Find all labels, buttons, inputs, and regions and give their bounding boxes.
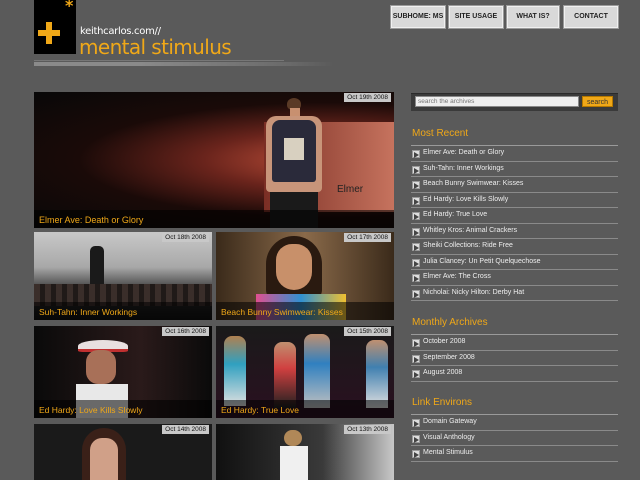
post-date: Oct 18th 2008: [162, 233, 209, 242]
plus-icon: [38, 22, 60, 44]
featured-post[interactable]: Elmer Oct 19th 2008 Elmer Ave: Death or …: [34, 92, 394, 228]
link-item[interactable]: Domain Gateway: [411, 415, 618, 431]
recent-post-item[interactable]: Elmer Ave: The Cross: [411, 270, 618, 286]
post-title-link[interactable]: Ed Hardy: Love Kills Slowly: [39, 405, 142, 415]
list-item-label[interactable]: Sheiki Collections: Ride Free: [423, 242, 513, 249]
backdrop-logo: Elmer: [337, 184, 364, 195]
arrow-right-icon: [412, 434, 420, 443]
post-title-link[interactable]: Elmer Ave: Death or Glory: [39, 215, 143, 225]
post-thumbnail[interactable]: Oct 14th 2008: [34, 424, 212, 480]
model-neck: [290, 108, 300, 116]
post-date: Oct 14th 2008: [162, 425, 209, 434]
nav-contact-button[interactable]: CONTACT: [563, 5, 619, 29]
nav-what-is-button[interactable]: WHAT IS?: [506, 5, 560, 29]
list-item-label[interactable]: Nicholai: Nicky Hilton: Derby Hat: [423, 289, 524, 296]
header-divider: [34, 60, 334, 66]
arrow-right-icon: [412, 289, 420, 298]
post-title-link[interactable]: Ed Hardy: True Love: [221, 405, 299, 415]
post-date: Oct 17th 2008: [344, 233, 391, 242]
arrow-right-icon: [412, 354, 420, 363]
recent-post-item[interactable]: Ed Hardy: True Love: [411, 208, 618, 224]
list-item-label[interactable]: Elmer Ave: Death or Glory: [423, 149, 504, 156]
list-item-label[interactable]: Elmer Ave: The Cross: [423, 273, 491, 280]
recent-post-item[interactable]: Whitley Kros: Animal Crackers: [411, 224, 618, 239]
model-face: [90, 438, 118, 480]
list-item-label[interactable]: Ed Hardy: Love Kills Slowly: [423, 196, 508, 203]
model-head: [284, 430, 302, 446]
arrow-right-icon: [412, 450, 420, 458]
list-item-label[interactable]: October 2008: [423, 338, 465, 345]
recent-post-item[interactable]: Sheiki Collections: Ride Free: [411, 239, 618, 255]
list-item-label[interactable]: Julia Clancey: Un Petit Quelquechose: [423, 258, 541, 265]
post-date: Oct 15th 2008: [344, 327, 391, 336]
archive-item[interactable]: August 2008: [411, 366, 618, 382]
recent-post-item[interactable]: Beach Bunny Swimwear: Kisses: [411, 177, 618, 193]
recent-post-item[interactable]: Julia Clancey: Un Petit Quelquechose: [411, 255, 618, 270]
post-thumbnail[interactable]: Oct 16th 2008 Ed Hardy: Love Kills Slowl…: [34, 326, 212, 418]
link-item[interactable]: Visual Anthology: [411, 431, 618, 446]
tattoo-detail: [284, 138, 304, 160]
most-recent-heading: Most Recent: [412, 128, 469, 139]
arrow-right-icon: [412, 243, 420, 251]
recent-posts-list: Elmer Ave: Death or Glory Suh-Tahn: Inner…: [411, 146, 618, 301]
post-thumbnail[interactable]: Oct 13th 2008: [216, 424, 394, 480]
archive-item[interactable]: October 2008: [411, 335, 618, 351]
monthly-archives-heading: Monthly Archives: [412, 317, 488, 328]
arrow-right-icon: [412, 181, 420, 189]
arrow-right-icon: [412, 196, 420, 205]
model-figure: [366, 340, 388, 408]
model-face: [86, 350, 116, 384]
model-figure: [274, 342, 296, 408]
list-item-label[interactable]: Whitley Kros: Animal Crackers: [423, 227, 517, 234]
post-thumbnail[interactable]: Oct 18th 2008 Suh-Tahn: Inner Workings: [34, 232, 212, 320]
search-input[interactable]: [415, 96, 579, 107]
post-title-link[interactable]: Suh-Tahn: Inner Workings: [39, 307, 137, 317]
post-title-link[interactable]: Beach Bunny Swimwear: Kisses: [221, 307, 343, 317]
nav-subhome-button[interactable]: SUBHOME: MS: [390, 5, 446, 29]
post-date: Oct 16th 2008: [162, 327, 209, 336]
recent-post-item[interactable]: Nicholai: Nicky Hilton: Derby Hat: [411, 286, 618, 301]
links-list: Domain Gateway Visual Anthology Mental Sti…: [411, 415, 618, 462]
arrow-right-icon: [412, 258, 420, 267]
arrow-right-icon: [412, 419, 420, 427]
model-top: [280, 446, 308, 480]
arrow-right-icon: [412, 150, 420, 158]
archive-item[interactable]: September 2008: [411, 351, 618, 366]
search-button[interactable]: search: [582, 96, 613, 107]
model-face: [276, 244, 312, 290]
site-logo[interactable]: *: [34, 0, 76, 54]
recent-post-item[interactable]: Ed Hardy: Love Kills Slowly: [411, 193, 618, 208]
arrow-right-icon: [412, 212, 420, 220]
recent-post-item[interactable]: Suh-Tahn: Inner Workings: [411, 162, 618, 177]
arrow-right-icon: [412, 227, 420, 236]
list-item-label[interactable]: September 2008: [423, 354, 475, 361]
list-item-label[interactable]: Suh-Tahn: Inner Workings: [423, 165, 504, 172]
link-item[interactable]: Mental Stimulus: [411, 446, 618, 462]
post-date: Oct 19th 2008: [344, 93, 391, 102]
arrow-right-icon: [412, 274, 420, 282]
site-title[interactable]: mental stimulus: [79, 36, 232, 58]
model-figure: [224, 336, 246, 406]
arrow-right-icon: [412, 165, 420, 174]
post-thumbnail[interactable]: Oct 15th 2008 Ed Hardy: True Love: [216, 326, 394, 418]
post-date: Oct 13th 2008: [344, 425, 391, 434]
list-item-label[interactable]: Domain Gateway: [423, 418, 477, 425]
model-figure: [304, 334, 330, 408]
nav-site-usage-button[interactable]: SITE USAGE: [448, 5, 504, 29]
recent-post-item[interactable]: Elmer Ave: Death or Glory: [411, 146, 618, 162]
list-item-label[interactable]: Visual Anthology: [423, 434, 475, 441]
archives-list: October 2008 September 2008 August 2008: [411, 335, 618, 382]
arrow-right-icon: [412, 339, 420, 347]
asterisk-icon: *: [65, 0, 74, 15]
link-environs-heading: Link Environs: [412, 397, 473, 408]
list-item-label[interactable]: Ed Hardy: True Love: [423, 211, 487, 218]
list-item-label[interactable]: Beach Bunny Swimwear: Kisses: [423, 180, 523, 187]
post-thumbnail[interactable]: Oct 17th 2008 Beach Bunny Swimwear: Kiss…: [216, 232, 394, 320]
arrow-right-icon: [412, 370, 420, 378]
list-item-label[interactable]: August 2008: [423, 369, 462, 376]
list-item-label[interactable]: Mental Stimulus: [423, 449, 473, 456]
